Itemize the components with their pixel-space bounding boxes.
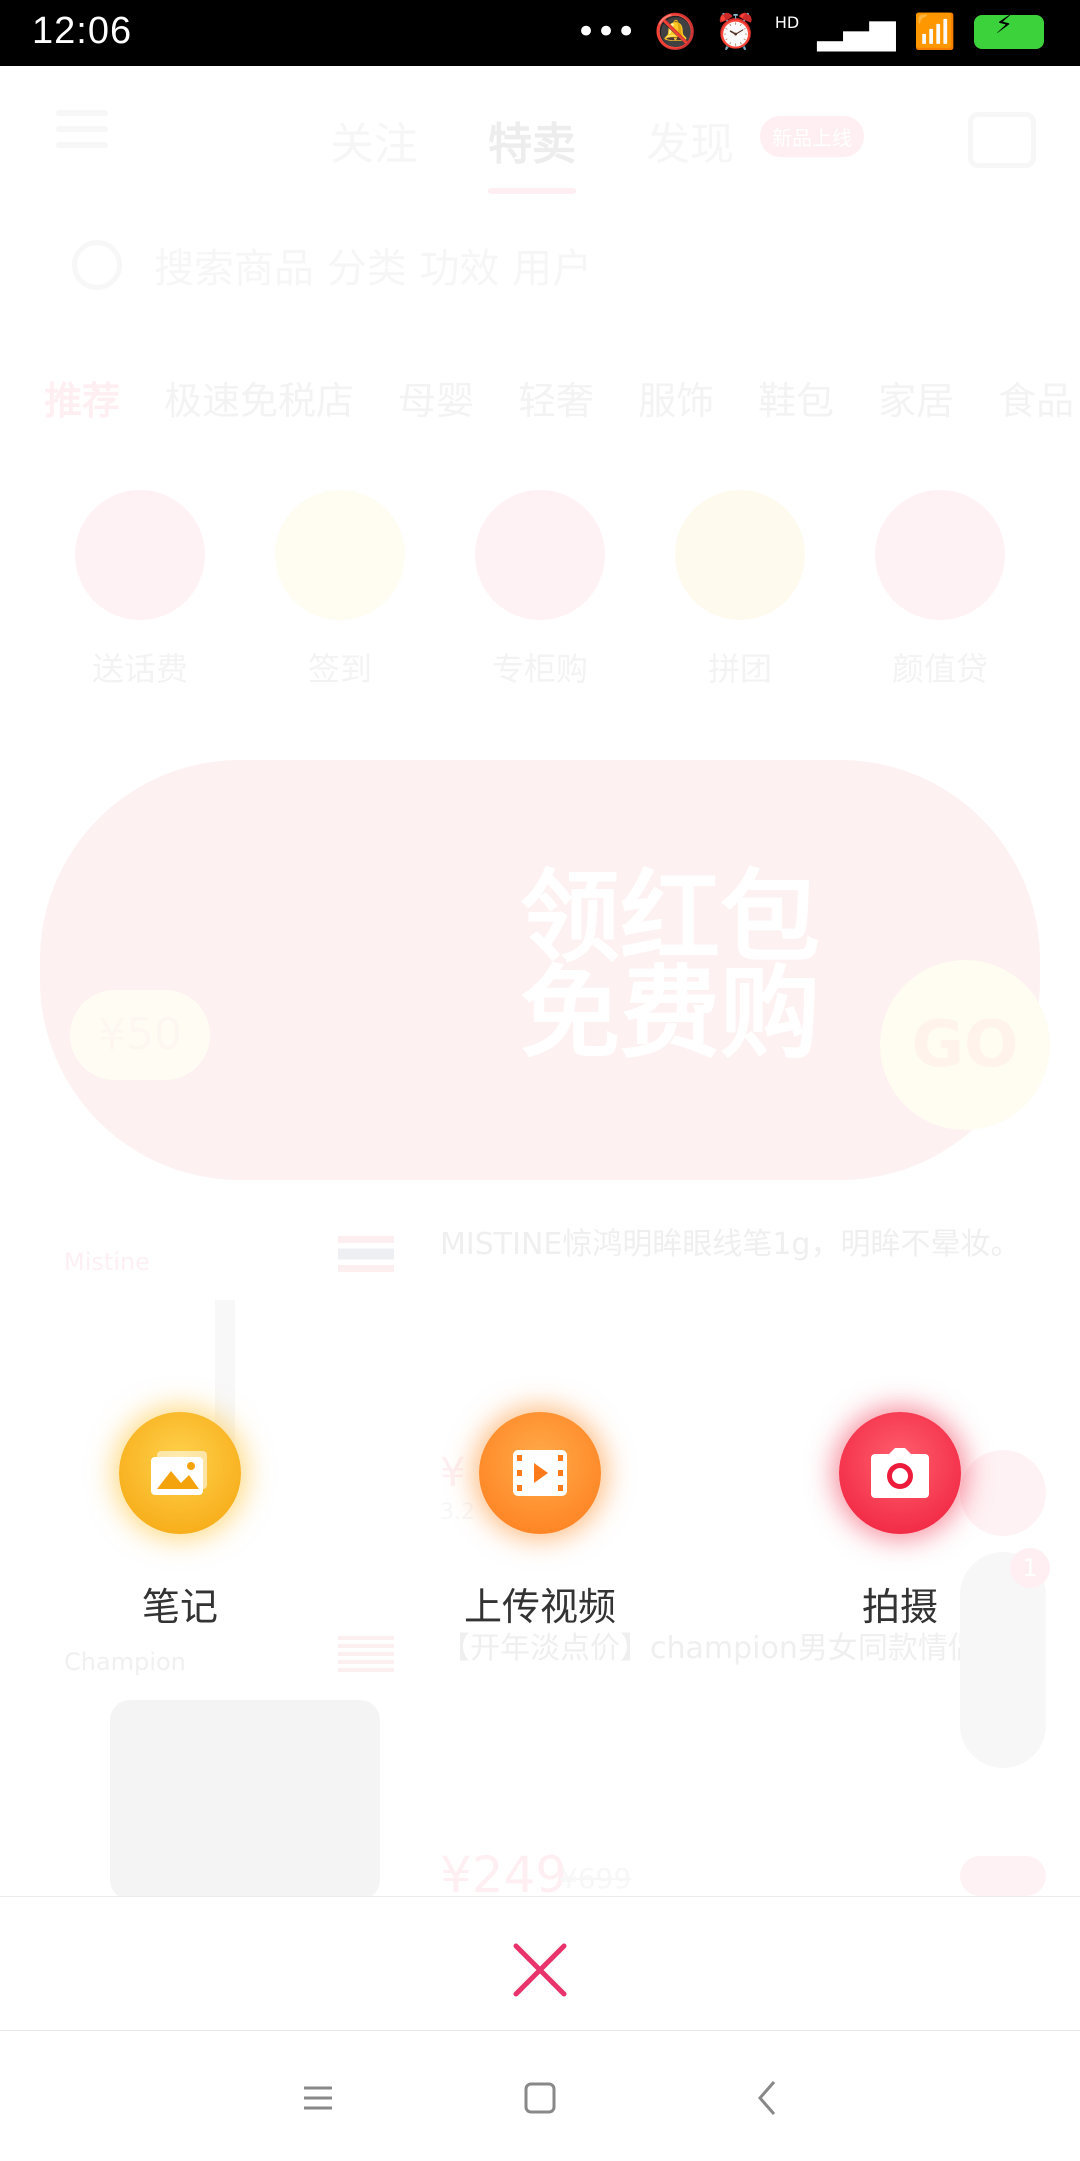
top-tabs: 关注 特卖 发现 [330,108,734,194]
status-icons: ••• 🔕 ⏰ HD ▂▄▆ 📶 ⚡ [575,10,1044,52]
checkin-icon [275,490,405,620]
quick-entry-label: 签到 [307,650,372,688]
quick-entry-label: 专柜购 [491,650,588,688]
alarm-icon: ⏰ [714,12,757,52]
search-bar: 搜索商品 分类 功效 用户 [72,230,1012,300]
signal-bars-icon: ▂▄▆ [817,12,896,52]
quick-entry: 专柜购 [460,490,620,690]
category-item: 鞋包 [758,379,835,423]
note-action[interactable]: 笔记 [60,1412,300,1631]
usa-flag-icon [338,1636,394,1672]
tab-discover: 发现 [646,119,734,170]
brand-logo: Champion [64,1648,186,1676]
category-item: 推荐 [44,379,121,423]
status-time: 12:06 [32,10,133,52]
close-button[interactable] [500,1930,580,2010]
counter-shop-icon [475,490,605,620]
banner-go-button: GO [880,960,1050,1130]
hd-signal-icon: HD [774,12,800,32]
nav-home-button[interactable] [510,2068,570,2128]
shoot-action[interactable]: 拍摄 [780,1412,1020,1631]
phone-credit-icon [75,490,205,620]
category-item: 母婴 [398,379,475,423]
product-original-price: ¥699 [560,1862,632,1895]
product-title: MISTINE惊鸿明眸眼线笔1g，明眸不晕妆。 [440,1227,1021,1262]
product-title: 【开年淡点价】champion男女同款情侣T恤 [440,1631,1027,1666]
menu-icon [56,110,108,150]
category-item: 轻奢 [518,379,595,423]
quick-entry: 拼团 [660,490,820,690]
banner-text: 领红包 免费购 [520,859,820,1072]
quick-entry: 颜值贷 [860,490,1020,690]
shoot-action-button[interactable] [839,1412,961,1534]
category-item: 食品 [998,379,1075,423]
category-item: 家居 [878,379,955,423]
upload-video-action-label: 上传视频 [463,1585,616,1629]
upload-video-action[interactable]: 上传视频 [420,1412,660,1631]
nav-back-button[interactable] [738,2068,798,2128]
search-placeholder: 搜索商品 分类 功效 用户 [154,246,593,292]
quick-entry-label: 送话费 [91,650,188,688]
search-icon [72,240,122,290]
loan-icon [875,490,1005,620]
upload-video-action-button[interactable] [479,1412,601,1534]
close-icon [513,1943,567,1997]
tab-follow: 关注 [330,119,418,170]
group-buy-icon [675,490,805,620]
home-icon [524,2082,556,2114]
more-dots-icon: ••• [575,12,637,52]
discover-badge: 新品上线 [760,116,864,157]
quick-entry: 送话费 [60,490,220,690]
battery-charging-icon: ⚡ [974,10,1044,49]
quick-entry: 签到 [260,490,420,690]
banner-line1: 领红包 [520,859,820,976]
category-tabs: 推荐 极速免税店 母婴 轻奢 服饰 鞋包 家居 食品 [44,370,1074,425]
bell-muted-icon: 🔕 [654,12,697,52]
category-item: 服饰 [638,379,715,423]
nav-menu-button[interactable] [288,2068,348,2128]
bag-float-button-2 [960,1856,1046,1896]
wifi-icon: 📶 [913,12,956,52]
banner-line2: 免费购 [520,955,820,1072]
banner-coupon: ¥50 [70,990,210,1080]
camera-icon [871,1448,929,1498]
thailand-flag-icon [338,1236,394,1272]
back-icon [758,2081,776,2115]
status-bar: 12:06 ••• 🔕 ⏰ HD ▂▄▆ 📶 ⚡ [0,0,1080,66]
image-icon [151,1451,207,1495]
tab-sale: 特卖 [488,108,576,194]
quick-entry-label: 拼团 [707,650,772,688]
note-action-button[interactable] [119,1412,241,1534]
menu-icon [304,2086,332,2110]
category-item: 极速免税店 [164,379,355,423]
product-image [110,1700,380,1900]
note-action-label: 笔记 [141,1585,218,1629]
brand-logo: Mistine [64,1248,150,1276]
film-icon [513,1450,567,1496]
shoot-action-label: 拍摄 [861,1585,938,1629]
quick-entries: 送话费 签到 专柜购 拼团 颜值贷 [60,490,1020,690]
camera-icon [968,112,1036,168]
quick-entry-label: 颜值贷 [891,650,988,688]
